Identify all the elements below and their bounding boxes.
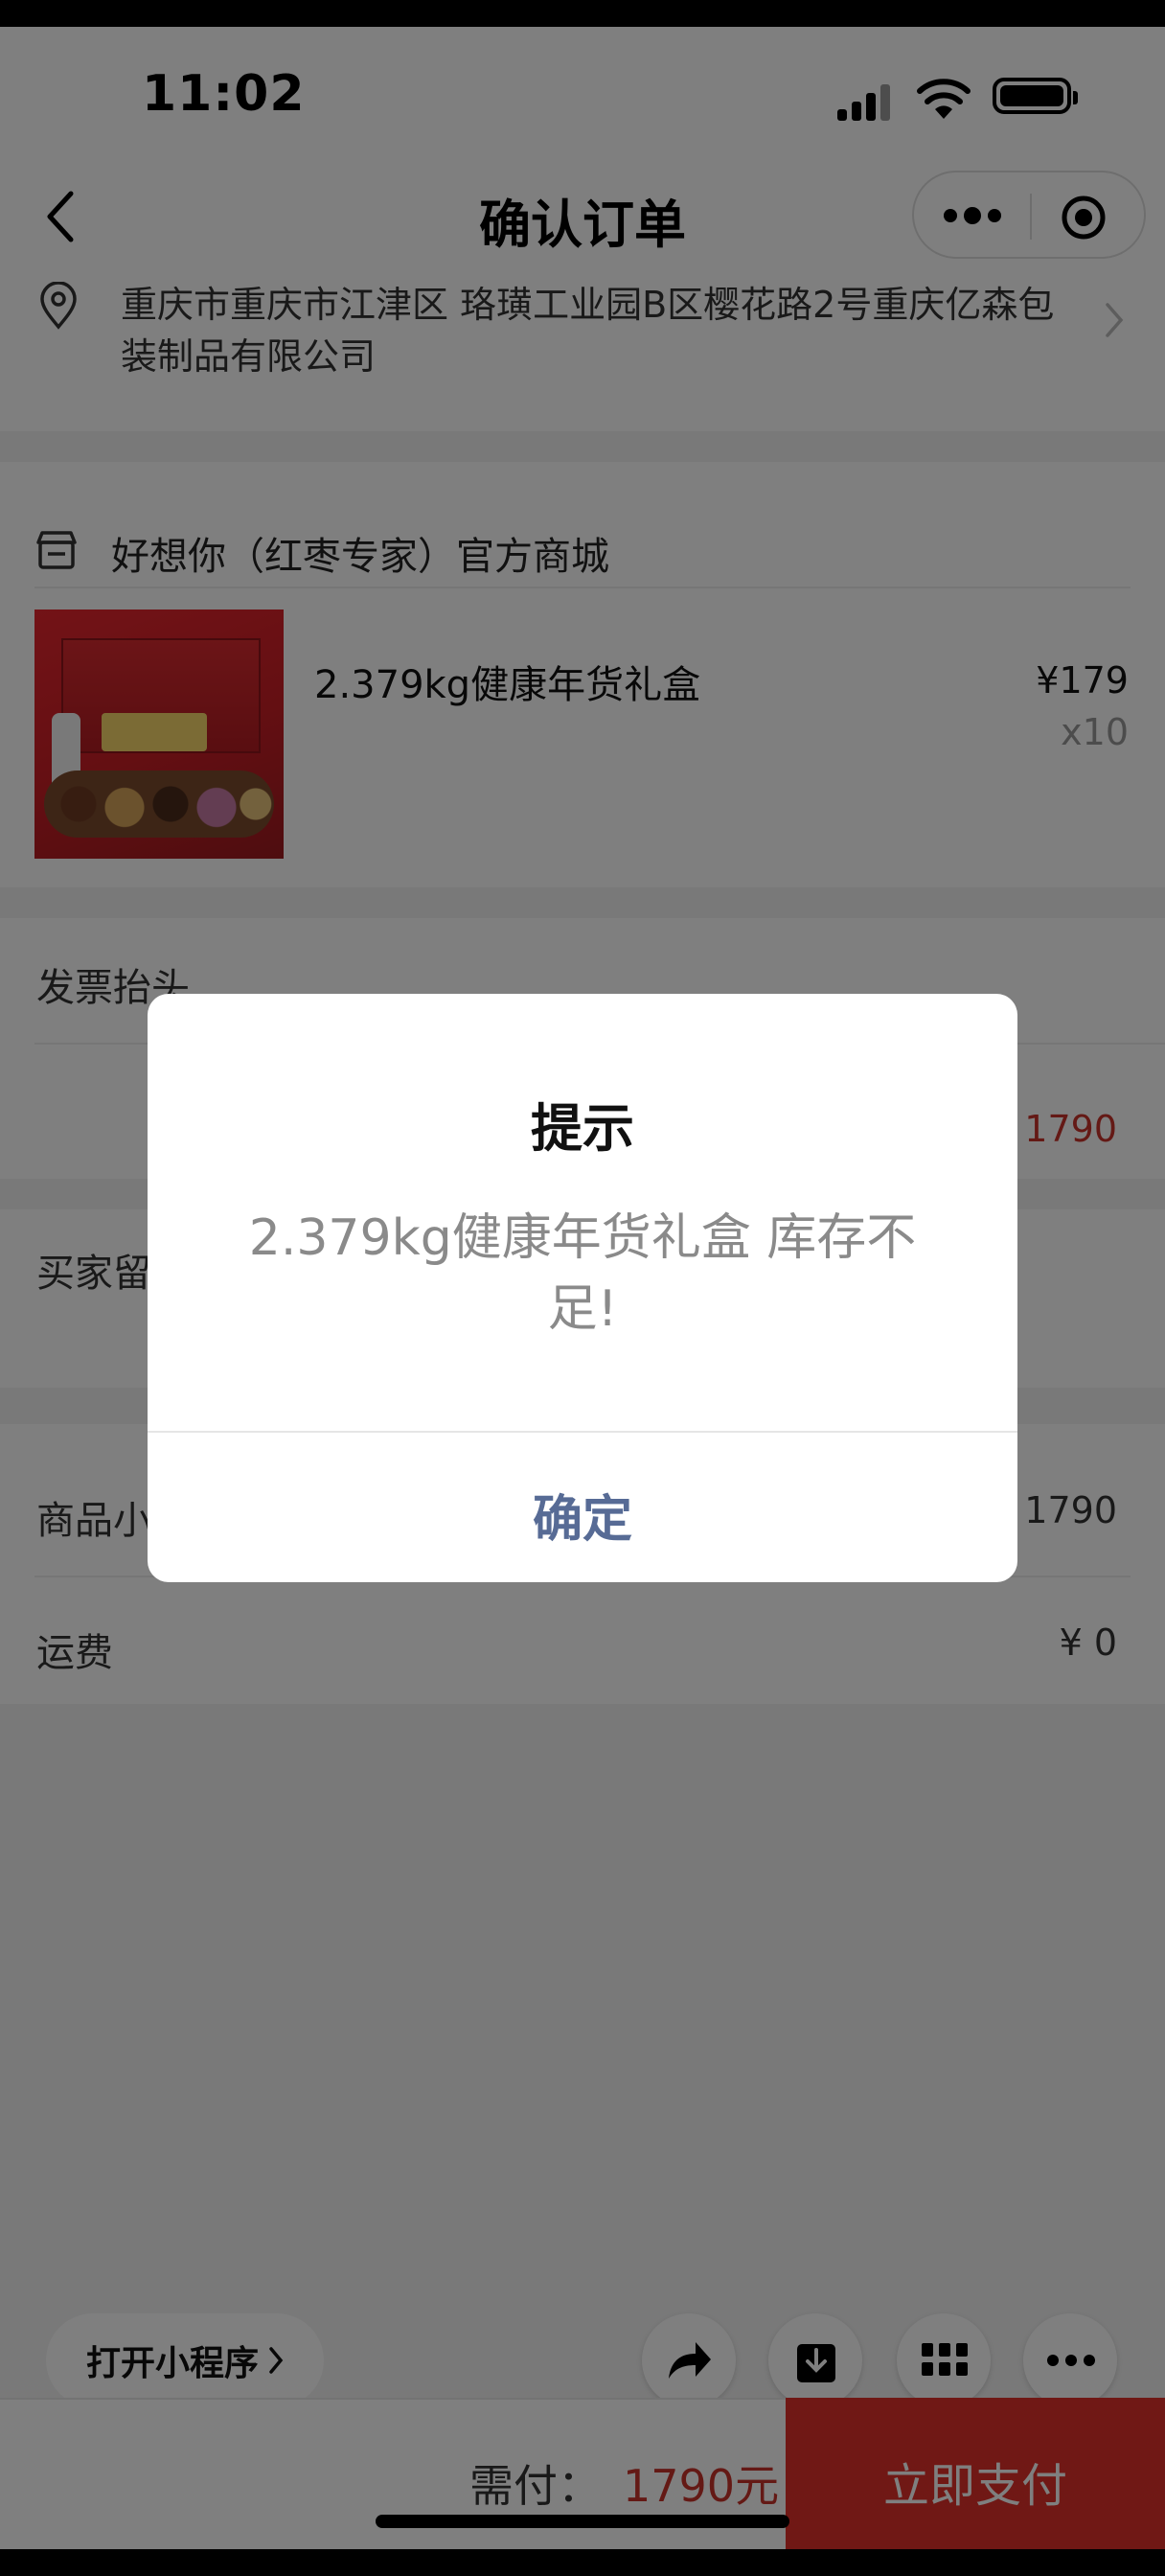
- confirm-button[interactable]: 确定: [148, 1433, 1017, 1582]
- stock-alert-dialog: 提示 2.379kg健康年货礼盒 库存不足! 确定: [148, 994, 1017, 1582]
- dialog-message: 2.379kg健康年货礼盒 库存不足!: [248, 1209, 917, 1338]
- screen: 11:02 确认订单 重庆市重庆市江津区 珞璜工业园B区樱花路2号重庆亿森包装制…: [0, 27, 1165, 2549]
- dialog-title: 提示: [531, 1098, 634, 1159]
